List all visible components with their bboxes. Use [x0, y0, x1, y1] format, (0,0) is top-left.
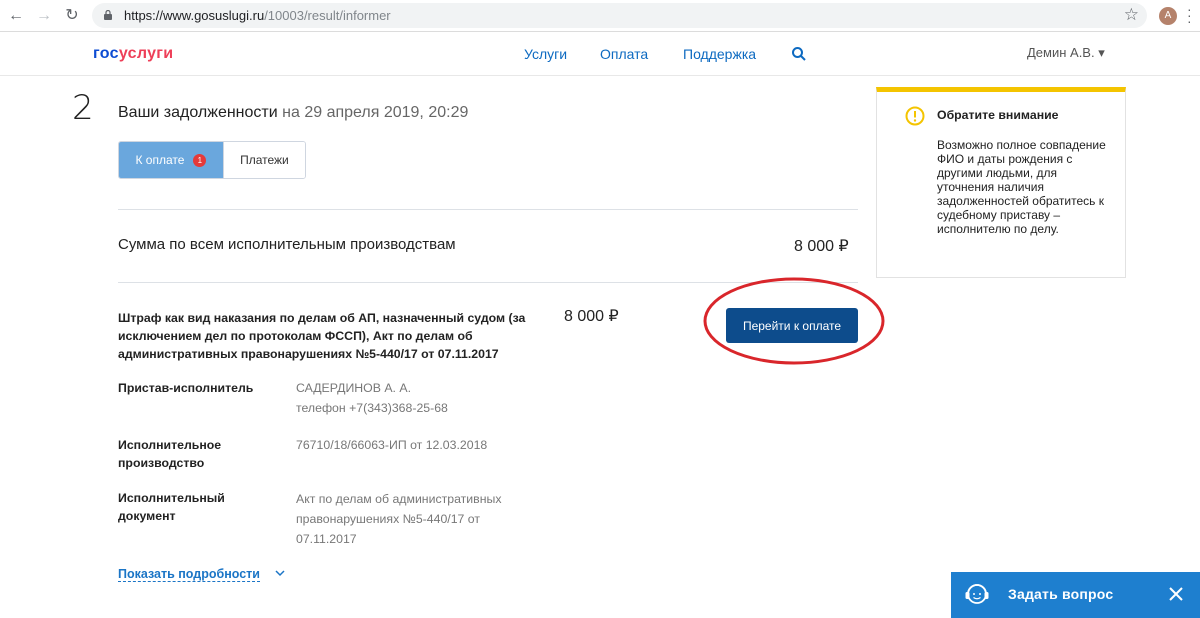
ask-question-widget[interactable]: Задать вопрос	[951, 572, 1200, 618]
reload-icon[interactable]: ↻	[62, 6, 82, 26]
debts-date: на 29 апреля 2019, 20:29	[282, 104, 469, 121]
browser-toolbar: ← → ↻ https://www.gosuslugi.ru/10003/res…	[0, 0, 1200, 32]
bookmark-star-icon[interactable]: ☆	[1124, 5, 1139, 25]
fine-amount: 8 000 ₽	[564, 308, 619, 325]
sum-value: 8 000 ₽	[794, 238, 849, 255]
bailiff-name: САДЕРДИНОВ А. А.	[296, 381, 412, 395]
show-details-link[interactable]: Показать подробности	[118, 567, 260, 582]
close-icon[interactable]	[1167, 585, 1185, 603]
tab-to-pay[interactable]: К оплате 1	[119, 142, 223, 178]
nav-services[interactable]: Услуги	[524, 46, 567, 62]
tab-payments[interactable]: Платежи	[222, 142, 305, 178]
browser-menu-icon[interactable]: · · ·	[1187, 2, 1192, 28]
notice-text: Возможно полное совпадение ФИО и даты ро…	[937, 138, 1106, 236]
divider	[118, 209, 858, 210]
site-header: госуслуги Услуги Оплата Поддержка Демин …	[0, 32, 1200, 76]
search-icon[interactable]	[791, 46, 807, 62]
proceeding-label-line1: Исполнительное	[118, 438, 222, 452]
tab-count-badge: 1	[193, 153, 207, 167]
nav-support[interactable]: Поддержка	[683, 46, 756, 62]
document-value-line2: правонарушениях №5-440/17 от	[296, 512, 480, 526]
bailiff-phone: телефон +7(343)368-25-68	[296, 401, 448, 415]
bailiff-label: Пристав-исполнитель	[118, 381, 254, 395]
tab-payments-label: Платежи	[240, 153, 289, 167]
debts-title-text: Ваши задолженности	[118, 104, 278, 121]
notice-title: Обратите внимание	[937, 108, 1059, 122]
gosuslugi-logo[interactable]: госуслуги	[93, 45, 173, 63]
bailiff-value: САДЕРДИНОВ А. А. телефон +7(343)368-25-6…	[296, 378, 536, 418]
nav-payment[interactable]: Оплата	[600, 46, 648, 62]
url-domain: https://www.gosuslugi.ru	[124, 8, 265, 23]
ask-question-label: Задать вопрос	[1008, 586, 1114, 602]
user-menu[interactable]: Демин А.В. ▾	[1027, 45, 1105, 61]
url-path: /10003/result/informer	[264, 8, 391, 23]
back-arrow-icon[interactable]: ←	[6, 6, 26, 26]
document-label: Исполнительный документ	[118, 489, 268, 525]
attention-notice: Обратите внимание Возможно полное совпад…	[876, 87, 1126, 278]
step-number: 2	[72, 88, 94, 128]
support-operator-icon	[965, 584, 989, 604]
document-value-line1: Акт по делам об административных	[296, 492, 502, 506]
logo-part-gos: гос	[93, 45, 119, 62]
forward-arrow-icon[interactable]: →	[34, 6, 54, 26]
tab-to-pay-label: К оплате	[135, 153, 185, 167]
sum-label: Сумма по всем исполнительным производств…	[118, 236, 456, 253]
proceeding-value: 76710/18/66063-ИП от 12.03.2018	[296, 438, 488, 452]
url-text: https://www.gosuslugi.ru/10003/result/in…	[124, 8, 391, 23]
document-label-line2: документ	[118, 509, 176, 523]
lock-icon	[104, 10, 112, 20]
page-title: Ваши задолженности на 29 апреля 2019, 20…	[118, 104, 468, 122]
fine-title: Штраф как вид наказания по делам об АП, …	[118, 311, 526, 361]
proceeding-label-line2: производство	[118, 456, 205, 470]
profile-avatar[interactable]: A	[1159, 7, 1177, 25]
chevron-down-icon[interactable]	[275, 569, 285, 577]
document-value: Акт по делам об административных правона…	[296, 489, 536, 549]
address-bar[interactable]: https://www.gosuslugi.ru/10003/result/in…	[92, 3, 1147, 28]
warning-icon	[905, 106, 925, 126]
logo-part-uslugi: услуги	[118, 45, 174, 62]
proceeding-label: Исполнительное производство	[118, 436, 268, 472]
debt-tabs: К оплате 1 Платежи	[118, 141, 306, 179]
document-label-line1: Исполнительный	[118, 491, 225, 505]
annotation-red-circle	[703, 277, 885, 365]
document-value-line3: 07.11.2017	[296, 532, 357, 546]
